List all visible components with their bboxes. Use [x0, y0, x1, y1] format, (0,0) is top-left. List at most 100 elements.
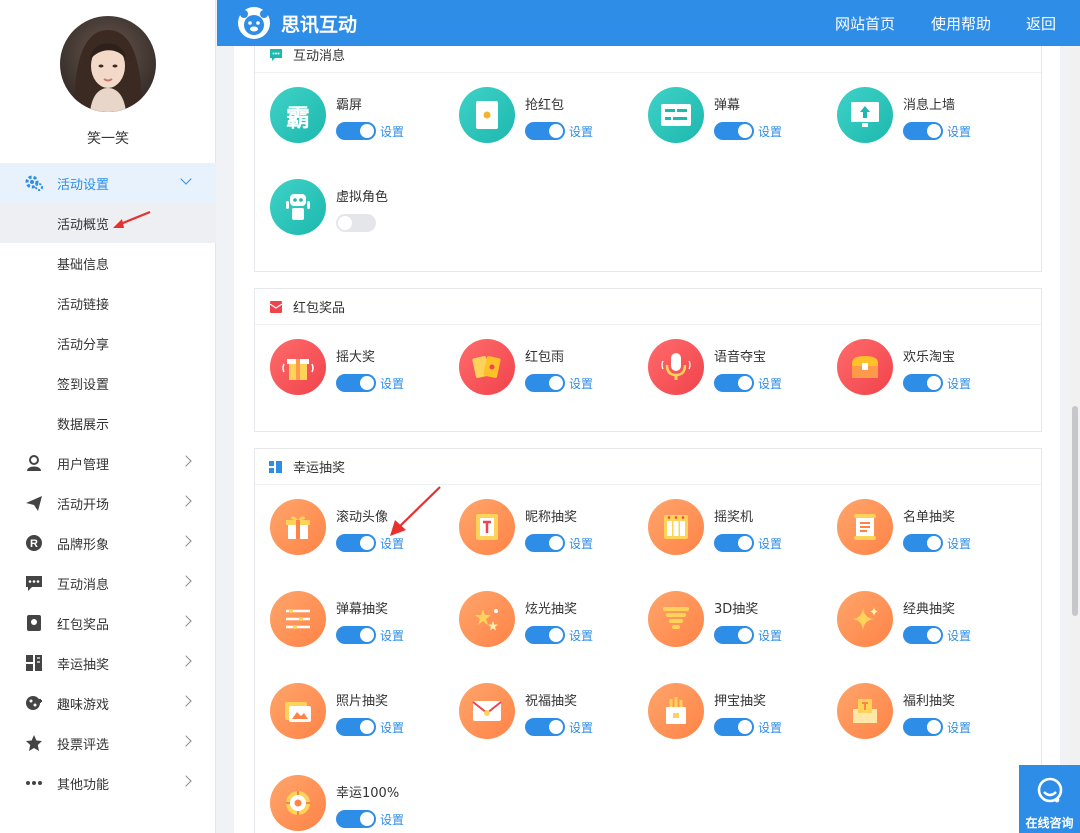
feature-toggle[interactable]: [714, 718, 754, 736]
feature-toggle[interactable]: [903, 374, 943, 392]
chevron-right-icon: [180, 735, 192, 747]
feature-settings-link[interactable]: 设置: [947, 627, 971, 644]
robot-icon[interactable]: [270, 179, 326, 235]
sidebar-item-interactive-messages[interactable]: 互动消息: [0, 563, 216, 603]
nickname-card-icon[interactable]: [459, 499, 515, 555]
svg-text:R: R: [30, 538, 38, 550]
feature-toggle[interactable]: [714, 122, 754, 140]
feature-toggle[interactable]: [525, 718, 565, 736]
feature-settings-link[interactable]: 设置: [380, 627, 404, 644]
chevron-right-icon: [180, 495, 192, 507]
feature-settings-link[interactable]: 设置: [758, 535, 782, 552]
scrollbar-thumb[interactable]: [1072, 406, 1078, 616]
bapin-icon[interactable]: 霸: [270, 87, 326, 143]
feature-toggle[interactable]: [336, 534, 376, 552]
bear-logo-icon[interactable]: [237, 6, 271, 40]
sidebar-subitem-overview[interactable]: 活动概览: [0, 203, 216, 243]
list-scroll-icon[interactable]: [837, 499, 893, 555]
feature-settings-link[interactable]: 设置: [947, 535, 971, 552]
feature-toggle[interactable]: [525, 534, 565, 552]
feature-settings-link[interactable]: 设置: [380, 719, 404, 736]
sidebar-subitem-signin-settings[interactable]: 签到设置: [0, 363, 216, 403]
feature-settings-link[interactable]: 设置: [569, 627, 593, 644]
feature-toggle[interactable]: [903, 718, 943, 736]
chevron-right-icon: [180, 535, 192, 547]
sidebar-item-brand-image[interactable]: R 品牌形象: [0, 523, 216, 563]
feature-toggle[interactable]: [525, 626, 565, 644]
feature-settings-link[interactable]: 设置: [947, 375, 971, 392]
welfare-box-icon[interactable]: [837, 683, 893, 739]
feature-settings-link[interactable]: 设置: [758, 123, 782, 140]
feature-toggle[interactable]: [714, 626, 754, 644]
sidebar-item-red-packet-prizes[interactable]: 红包奖品: [0, 603, 216, 643]
star-icon: [24, 734, 44, 752]
feature-settings-link[interactable]: 设置: [758, 375, 782, 392]
feature-toggle[interactable]: [714, 374, 754, 392]
feature-settings-link[interactable]: 设置: [947, 719, 971, 736]
feature-settings-link[interactable]: 设置: [569, 123, 593, 140]
back-link[interactable]: 返回: [1026, 13, 1056, 34]
sidebar-item-activity-settings[interactable]: 活动设置: [0, 163, 216, 203]
microphone-icon[interactable]: [648, 339, 704, 395]
feature-toggle[interactable]: [714, 534, 754, 552]
sidebar-item-fun-games[interactable]: 趣味游戏: [0, 683, 216, 723]
feature-toggle[interactable]: [336, 214, 376, 232]
red-rain-icon[interactable]: [459, 339, 515, 395]
feature-settings-link[interactable]: 设置: [947, 123, 971, 140]
avatar[interactable]: [60, 16, 156, 112]
feature-toggle[interactable]: [336, 374, 376, 392]
sidebar-subitem-basic-info[interactable]: 基础信息: [0, 243, 216, 283]
feature-toggle[interactable]: [336, 122, 376, 140]
feature-red-rain: 红包雨 设置: [459, 339, 639, 401]
feature-settings-link[interactable]: 设置: [758, 627, 782, 644]
scrollbar[interactable]: [1070, 46, 1080, 833]
feature-settings-link[interactable]: 设置: [380, 535, 404, 552]
chevron-right-icon: [180, 655, 192, 667]
feature-toggle[interactable]: [336, 718, 376, 736]
feature-settings-link[interactable]: 设置: [569, 719, 593, 736]
photo-icon[interactable]: [270, 683, 326, 739]
danmaku-lines-icon[interactable]: [270, 591, 326, 647]
danmaku-icon[interactable]: [648, 87, 704, 143]
sidebar-item-user-management[interactable]: 用户管理: [0, 443, 216, 483]
sparkle-icon[interactable]: [837, 591, 893, 647]
feature-settings-link[interactable]: 设置: [758, 719, 782, 736]
slot-machine-icon[interactable]: [648, 499, 704, 555]
feature-toggle[interactable]: [903, 534, 943, 552]
sidebar-item-other-functions[interactable]: 其他功能: [0, 763, 216, 803]
lucky-wheel-icon[interactable]: [270, 775, 326, 831]
feature-settings-link[interactable]: 设置: [380, 123, 404, 140]
sidebar-item-voting[interactable]: 投票评选: [0, 723, 216, 763]
feature-settings-link[interactable]: 设置: [380, 375, 404, 392]
feature-danmaku: 弹幕 设置: [648, 87, 828, 149]
feature-settings-link[interactable]: 设置: [380, 811, 404, 828]
bet-box-icon[interactable]: [648, 683, 704, 739]
feature-toggle[interactable]: [903, 626, 943, 644]
brand-name[interactable]: 思讯互动: [281, 10, 357, 37]
sidebar-item-activity-opening[interactable]: 活动开场: [0, 483, 216, 523]
chat-bubble-icon: [269, 48, 283, 62]
feature-toggle[interactable]: [525, 374, 565, 392]
feature-toggle[interactable]: [336, 810, 376, 828]
sidebar-subitem-activity-link[interactable]: 活动链接: [0, 283, 216, 323]
shake-gift-icon[interactable]: [270, 339, 326, 395]
sparkle-stars-icon[interactable]: [459, 591, 515, 647]
tornado-icon[interactable]: [648, 591, 704, 647]
envelope-icon[interactable]: [459, 683, 515, 739]
feature-settings-link[interactable]: 设置: [569, 375, 593, 392]
message-wall-icon[interactable]: [837, 87, 893, 143]
gift-box-icon[interactable]: [270, 499, 326, 555]
sidebar-subitem-data-display[interactable]: 数据展示: [0, 403, 216, 443]
feature-toggle[interactable]: [336, 626, 376, 644]
treasure-chest-icon[interactable]: [837, 339, 893, 395]
help-link[interactable]: 使用帮助: [931, 13, 991, 34]
paper-plane-icon: [24, 494, 44, 512]
sidebar-subitem-activity-share[interactable]: 活动分享: [0, 323, 216, 363]
sidebar-item-lucky-draw[interactable]: 幸运抽奖: [0, 643, 216, 683]
online-consult-button[interactable]: 在线咨询: [1019, 765, 1080, 833]
home-link[interactable]: 网站首页: [835, 13, 895, 34]
feature-toggle[interactable]: [903, 122, 943, 140]
red-envelope-icon[interactable]: [459, 87, 515, 143]
feature-toggle[interactable]: [525, 122, 565, 140]
feature-settings-link[interactable]: 设置: [569, 535, 593, 552]
